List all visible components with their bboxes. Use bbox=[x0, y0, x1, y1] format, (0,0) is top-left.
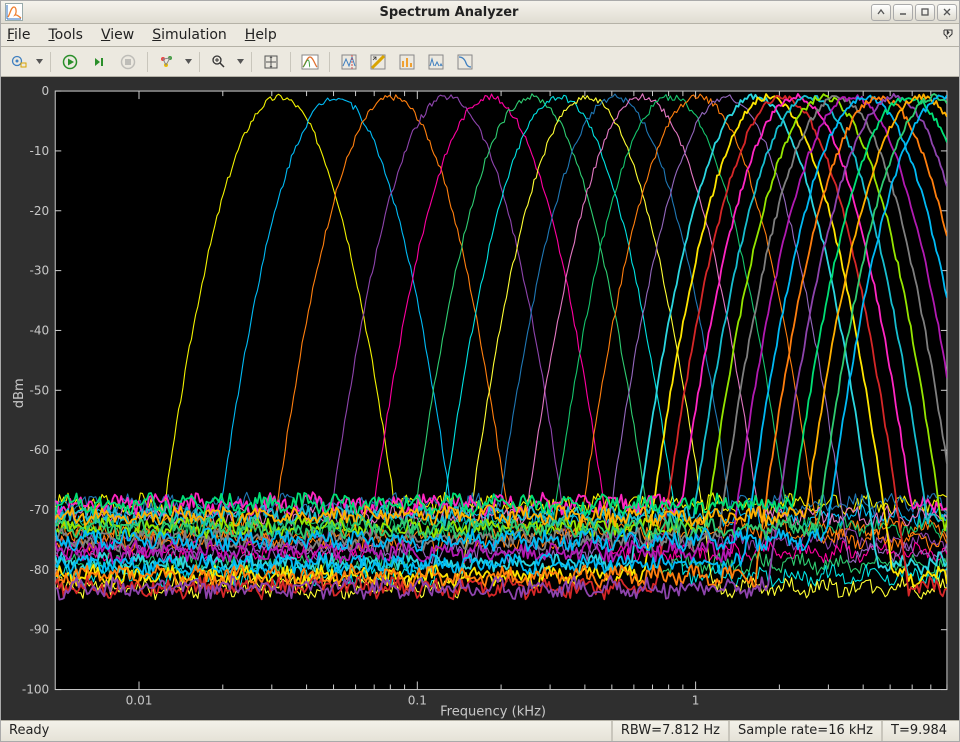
menu-simulation[interactable]: Simulation bbox=[152, 27, 227, 43]
window-rollup-button[interactable] bbox=[871, 4, 891, 21]
menu-file[interactable]: File bbox=[7, 27, 30, 43]
status-sample-rate: Sample rate=16 kHz bbox=[728, 721, 881, 741]
menubar: File Tools View Simulation Help bbox=[1, 24, 959, 47]
window-minimize-button[interactable] bbox=[893, 4, 913, 21]
svg-text:0.1: 0.1 bbox=[408, 694, 427, 708]
svg-text:-70: -70 bbox=[30, 503, 50, 517]
titlebar: Spectrum Analyzer bbox=[1, 1, 959, 24]
window-maximize-button[interactable] bbox=[915, 4, 935, 21]
svg-text:-20: -20 bbox=[30, 204, 50, 218]
svg-text:-100: -100 bbox=[22, 683, 49, 697]
statusbar: Ready RBW=7.812 Hz Sample rate=16 kHz T=… bbox=[1, 720, 959, 741]
svg-text:-30: -30 bbox=[30, 264, 50, 278]
y-axis-label: dBm bbox=[12, 379, 27, 409]
zoom-button[interactable] bbox=[206, 50, 232, 74]
config-button[interactable] bbox=[5, 50, 31, 74]
zoom-dropdown-icon[interactable] bbox=[235, 51, 245, 73]
highlight-button[interactable] bbox=[154, 50, 180, 74]
status-time: T=9.984 bbox=[881, 721, 959, 741]
step-button[interactable] bbox=[86, 50, 112, 74]
distortion-measure-button[interactable] bbox=[423, 50, 449, 74]
window-buttons bbox=[869, 4, 959, 21]
svg-text:1: 1 bbox=[692, 694, 700, 708]
config-dropdown-icon[interactable] bbox=[34, 51, 44, 73]
plot-area[interactable]: 0.01 0.1 1 0 -10 -20 -30 -40 -50 -60 -70 -80 -90 -100… bbox=[1, 77, 959, 720]
svg-text:0: 0 bbox=[42, 84, 50, 98]
peak-finder-button[interactable] bbox=[336, 50, 362, 74]
menu-view[interactable]: View bbox=[101, 27, 134, 43]
status-rbw: RBW=7.812 Hz bbox=[611, 721, 728, 741]
toolbar bbox=[1, 47, 959, 77]
autoscale-button[interactable] bbox=[258, 50, 284, 74]
status-ready: Ready bbox=[1, 721, 611, 741]
svg-text:-40: -40 bbox=[30, 324, 50, 338]
spectrum-chart[interactable]: 0.01 0.1 1 0 -10 -20 -30 -40 -50 -60 -70 -80 -90 -100… bbox=[1, 77, 959, 720]
highlight-dropdown-icon[interactable] bbox=[183, 51, 193, 73]
menu-tools[interactable]: Tools bbox=[48, 27, 83, 43]
svg-text:-90: -90 bbox=[30, 623, 50, 637]
spectrum-button[interactable] bbox=[297, 50, 323, 74]
stop-button[interactable] bbox=[115, 50, 141, 74]
menu-overflow-icon[interactable] bbox=[943, 27, 953, 43]
app-icon bbox=[3, 1, 25, 23]
cursor-measure-button[interactable] bbox=[365, 50, 391, 74]
svg-text:-50: -50 bbox=[30, 384, 50, 398]
ccdf-measure-button[interactable] bbox=[452, 50, 478, 74]
svg-text:0.01: 0.01 bbox=[126, 694, 153, 708]
run-button[interactable] bbox=[57, 50, 83, 74]
window-title: Spectrum Analyzer bbox=[29, 5, 869, 20]
window-close-button[interactable] bbox=[937, 4, 957, 21]
x-axis-label: Frequency (kHz) bbox=[440, 705, 546, 720]
svg-text:-10: -10 bbox=[30, 144, 50, 158]
channel-measure-button[interactable] bbox=[394, 50, 420, 74]
svg-text:-60: -60 bbox=[30, 443, 50, 457]
menu-help[interactable]: Help bbox=[245, 27, 277, 43]
svg-text:-80: -80 bbox=[30, 563, 50, 577]
